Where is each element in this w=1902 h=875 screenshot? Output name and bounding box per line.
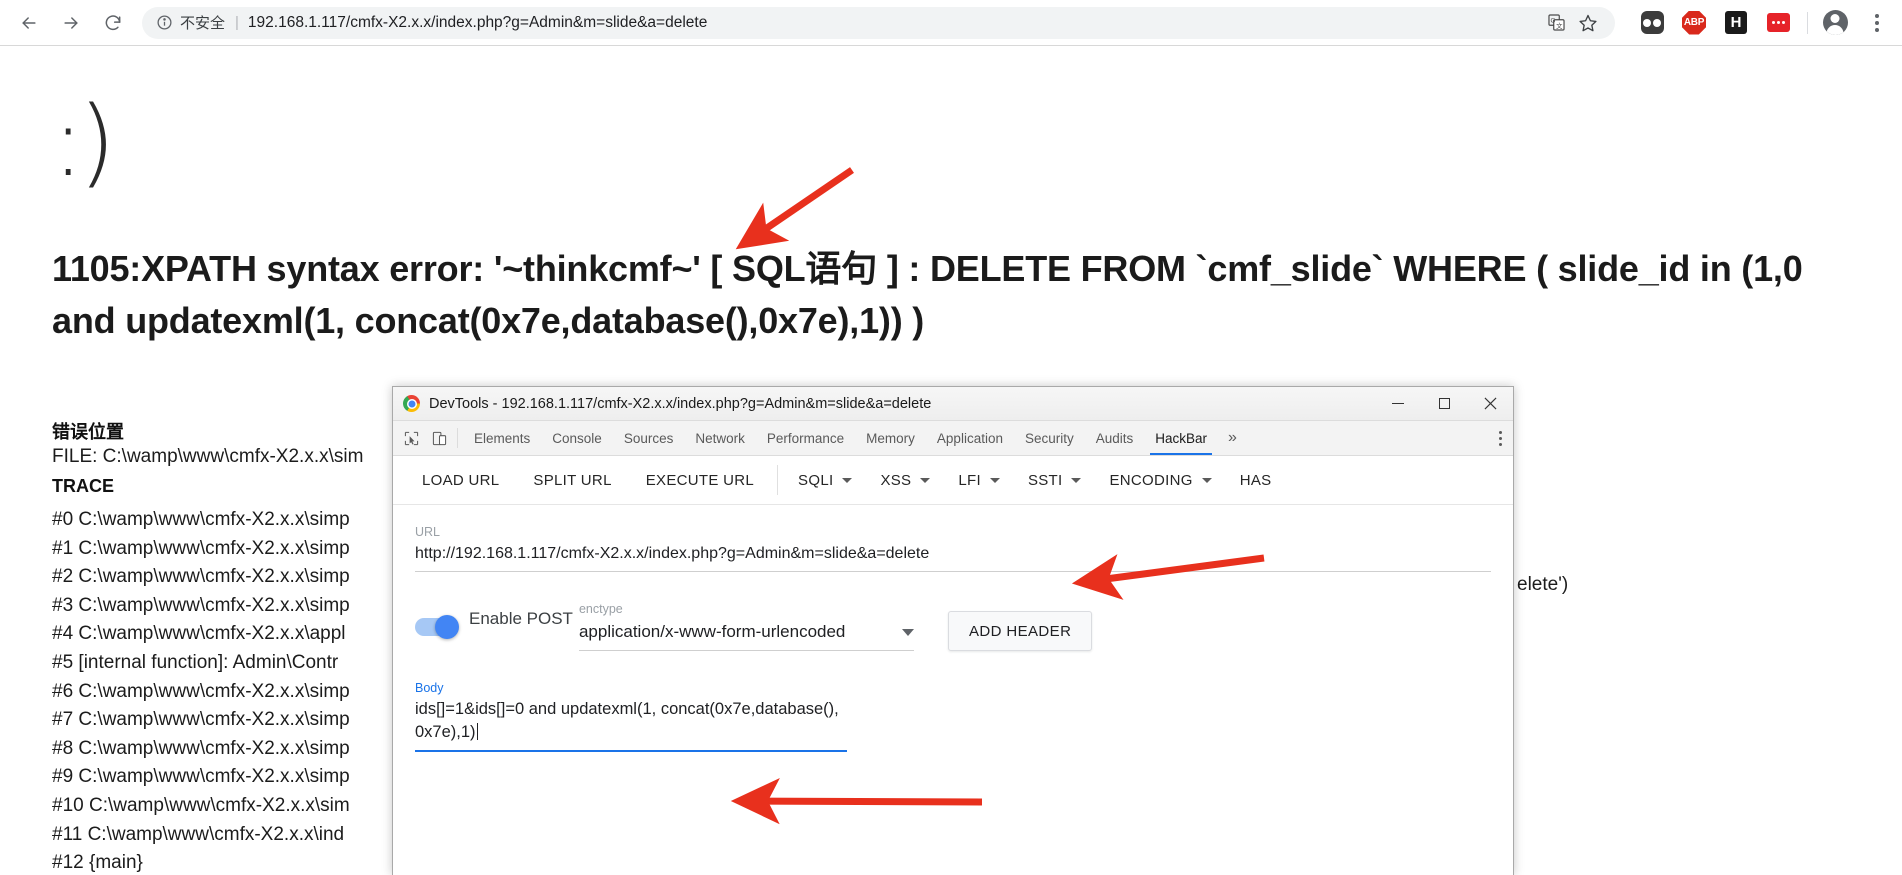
three-dot-menu-icon[interactable] xyxy=(1862,8,1892,38)
hackbar-extension-icon[interactable]: H xyxy=(1721,8,1751,38)
devtools-kebab-menu-icon[interactable] xyxy=(1487,421,1513,455)
post-options-row: Enable POST enctype application/x-www-fo… xyxy=(415,602,1491,651)
svg-text:文: 文 xyxy=(1556,21,1563,30)
extension-toolbar: ABP H xyxy=(1625,8,1902,38)
hackbar-panel: LOAD URL SPLIT URL EXECUTE URL SQLI XSS … xyxy=(393,456,1513,875)
tab-elements[interactable]: Elements xyxy=(463,421,541,455)
toolbar-divider xyxy=(1807,11,1808,34)
xss-label: XSS xyxy=(880,471,912,489)
forward-arrow-icon[interactable] xyxy=(54,6,88,40)
trace-line-right-fragment: elete') xyxy=(1517,574,1569,595)
enctype-select[interactable]: application/x-www-form-urlencoded xyxy=(579,618,914,650)
error-title: 1105:XPATH syntax error: '~thinkcmf~' [ … xyxy=(52,248,1803,341)
hackbar-toolbar: LOAD URL SPLIT URL EXECUTE URL SQLI XSS … xyxy=(393,456,1513,505)
body-input[interactable]: ids[]=1&ids[]=0 and updatexml(1, concat(… xyxy=(415,695,847,750)
translate-icon[interactable]: G 文 xyxy=(1543,10,1569,36)
inspect-element-icon[interactable] xyxy=(397,421,425,455)
body-field-label: Body xyxy=(415,681,444,695)
url-text: 192.168.1.117/cmfx-X2.x.x/index.php?g=Ad… xyxy=(247,13,708,31)
enctype-selected-value: application/x-www-form-urlencoded xyxy=(578,622,846,641)
omnibox-separator: | xyxy=(235,14,239,31)
sad-smiley-glyph: :) xyxy=(52,86,116,198)
enable-post-label: Enable POST xyxy=(469,609,573,628)
text-cursor xyxy=(476,723,478,740)
close-button[interactable] xyxy=(1467,387,1513,421)
toolbar-divider xyxy=(777,465,779,495)
hackbar-form: URL http://192.168.1.117/cmfx-X2.x.x/ind… xyxy=(393,505,1513,875)
tab-console[interactable]: Console xyxy=(541,421,613,455)
device-toolbar-icon[interactable] xyxy=(425,421,453,455)
tab-performance[interactable]: Performance xyxy=(756,421,855,455)
body-input-text: ids[]=1&ids[]=0 and updatexml(1, concat(… xyxy=(415,700,839,741)
tab-hackbar[interactable]: HackBar xyxy=(1144,421,1218,455)
site-info-icon[interactable] xyxy=(156,14,173,31)
chevron-down-icon xyxy=(1071,477,1082,483)
window-controls xyxy=(1375,387,1513,420)
encoding-menu-button[interactable]: ENCODING xyxy=(1095,472,1225,489)
ssti-label: SSTI xyxy=(1027,471,1063,489)
lfi-menu-button[interactable]: LFI xyxy=(944,472,1014,489)
body-field-group: Body ids[]=1&ids[]=0 and updatexml(1, co… xyxy=(415,681,847,752)
tab-security[interactable]: Security xyxy=(1014,421,1085,455)
url-input-underline xyxy=(415,571,1491,572)
minimize-button[interactable] xyxy=(1375,387,1421,421)
devtools-tabbar: Elements Console Sources Network Perform… xyxy=(393,421,1513,456)
split-url-button[interactable]: SPLIT URL xyxy=(516,472,628,489)
devtools-window-title: DevTools - 192.168.1.117/cmfx-X2.x.x/ind… xyxy=(429,395,932,412)
xss-menu-button[interactable]: XSS xyxy=(866,472,944,489)
svg-text:G: G xyxy=(1550,18,1555,25)
address-bar[interactable]: 不安全 | 192.168.1.117/cmfx-X2.x.x/index.ph… xyxy=(142,6,1615,39)
devtools-titlebar[interactable]: DevTools - 192.168.1.117/cmfx-X2.x.x/ind… xyxy=(393,387,1513,421)
load-url-button[interactable]: LOAD URL xyxy=(405,472,516,489)
browser-toolbar: 不安全 | 192.168.1.117/cmfx-X2.x.x/index.ph… xyxy=(0,0,1902,46)
tabbar-spacer xyxy=(1247,421,1487,455)
encoding-label: ENCODING xyxy=(1109,471,1193,489)
security-status-label: 不安全 xyxy=(180,14,226,32)
enable-post-toggle[interactable] xyxy=(415,615,459,639)
sqli-menu-button[interactable]: SQLI xyxy=(784,472,866,489)
sqli-label: SQLI xyxy=(798,471,834,489)
tab-groups-extension-icon[interactable] xyxy=(1637,8,1667,38)
back-arrow-icon[interactable] xyxy=(12,6,46,40)
ssti-menu-button[interactable]: SSTI xyxy=(1014,472,1096,489)
profile-avatar-icon[interactable] xyxy=(1820,8,1850,38)
url-field-group: URL http://192.168.1.117/cmfx-X2.x.x/ind… xyxy=(415,525,1491,572)
chevron-down-icon xyxy=(842,477,853,483)
chevron-down-icon xyxy=(1201,477,1212,483)
tab-network[interactable]: Network xyxy=(684,421,756,455)
star-icon[interactable] xyxy=(1575,10,1601,36)
screenshot-root: 不安全 | 192.168.1.117/cmfx-X2.x.x/index.ph… xyxy=(0,0,1902,875)
tab-application[interactable]: Application xyxy=(926,421,1014,455)
chevron-down-icon xyxy=(920,477,931,483)
hackbar-label: H xyxy=(1725,11,1747,34)
enctype-field-label: enctype xyxy=(578,602,623,616)
trace-heading: TRACE xyxy=(52,476,114,496)
add-header-button[interactable]: ADD HEADER xyxy=(947,611,1093,651)
chevron-down-icon xyxy=(989,477,1000,483)
execute-url-button[interactable]: EXECUTE URL xyxy=(629,472,771,489)
tab-audits[interactable]: Audits xyxy=(1085,421,1145,455)
chevron-down-icon xyxy=(901,628,914,636)
tab-sources[interactable]: Sources xyxy=(613,421,685,455)
hashing-menu-button[interactable]: HAS xyxy=(1226,472,1286,489)
chrome-logo-icon xyxy=(403,395,420,412)
reload-icon[interactable] xyxy=(96,6,130,40)
tab-memory[interactable]: Memory xyxy=(855,421,926,455)
devtools-window: DevTools - 192.168.1.117/cmfx-X2.x.x/ind… xyxy=(392,386,1514,875)
hashing-label: HAS xyxy=(1239,471,1272,489)
tabbar-divider xyxy=(457,428,458,448)
lastpass-extension-icon[interactable] xyxy=(1763,8,1793,38)
body-input-underline xyxy=(415,750,847,752)
enctype-field-group: enctype application/x-www-form-urlencode… xyxy=(578,602,914,651)
adblock-plus-label: ABP xyxy=(1682,10,1706,35)
url-input[interactable]: http://192.168.1.117/cmfx-X2.x.x/index.p… xyxy=(415,539,1491,571)
more-tabs-button[interactable]: » xyxy=(1218,421,1247,455)
url-field-label: URL xyxy=(415,525,441,539)
error-file-path: FILE: C:\wamp\www\cmfx-X2.x.x\sim xyxy=(52,446,364,467)
enctype-underline xyxy=(578,650,914,651)
maximize-button[interactable] xyxy=(1421,387,1467,421)
adblock-plus-extension-icon[interactable]: ABP xyxy=(1679,8,1709,38)
lfi-label: LFI xyxy=(958,471,981,489)
error-location-heading: 错误位置 xyxy=(52,422,124,442)
